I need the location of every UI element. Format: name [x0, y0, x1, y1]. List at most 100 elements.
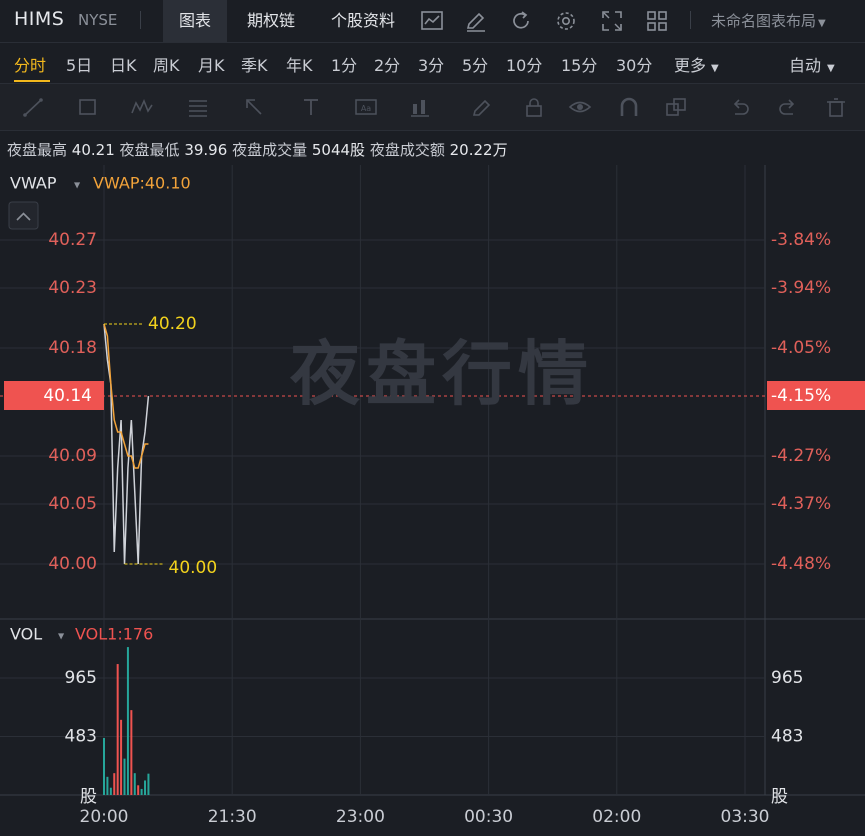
layout-name: 未命名图表布局	[711, 12, 817, 30]
pct-tick-label: -4.37%	[771, 494, 831, 514]
scale-mode-label: 自动	[789, 56, 822, 75]
pct-tick-label: -4.48%	[771, 554, 831, 574]
undo-icon[interactable]	[728, 96, 752, 118]
x-tick-label: 00:30	[464, 807, 513, 827]
period-bar: 分时 5日 日K 周K 月K 季K 年K 1分 2分 3分 5分 10分 15分…	[0, 43, 865, 84]
period-more-label: 更多	[674, 56, 707, 75]
chevron-down-icon: ▼	[827, 63, 835, 74]
night-session-stats: 夜盘最高 40.21 夜盘最低 39.96 夜盘成交量 5044股 夜盘成交额 …	[7, 139, 508, 160]
period-2m[interactable]: 2分	[374, 52, 400, 76]
pencil-icon[interactable]	[470, 96, 494, 118]
chart-area[interactable]: 40.20 40.00 20:00 21:30 23:00 00:30 02:00 03:3…	[0, 165, 865, 832]
ticker-symbol: HIMS	[14, 8, 65, 30]
price-line	[103, 323, 150, 565]
pattern-tool-icon[interactable]	[130, 96, 154, 118]
period-5d[interactable]: 5日	[66, 52, 92, 76]
candle-tool-icon[interactable]	[408, 96, 432, 118]
period-5m[interactable]: 5分	[462, 52, 488, 76]
layout-selector[interactable]: 未命名图表布局 ▼	[711, 10, 826, 31]
magnet-icon[interactable]	[617, 96, 641, 118]
price-layer: 40.20 40.00	[103, 314, 218, 578]
volume-bar	[130, 710, 133, 795]
amount-value: 20.22万	[449, 141, 508, 159]
x-tick-label: 21:30	[208, 807, 257, 827]
volume-bar	[133, 773, 136, 795]
arrow-tool-icon[interactable]	[242, 96, 266, 118]
period-more[interactable]: 更多 ▼	[674, 52, 719, 76]
collapse-button[interactable]	[8, 201, 39, 230]
eye-icon[interactable]	[568, 96, 592, 118]
axes-layer: 20:00 21:30 23:00 00:30 02:00 03:30 40.27 -3.84…	[4, 174, 865, 827]
draw-icon[interactable]	[464, 9, 488, 33]
divider	[690, 11, 691, 29]
period-month[interactable]: 月K	[198, 52, 225, 76]
exchange-label: NYSE	[78, 11, 118, 29]
chevron-down-icon: ▼	[711, 63, 719, 74]
grid-layout-icon[interactable]	[645, 9, 669, 33]
period-15m[interactable]: 15分	[561, 52, 597, 76]
period-3m[interactable]: 3分	[418, 52, 444, 76]
volume-bar	[120, 719, 123, 795]
scale-mode-selector[interactable]: 自动 ▼	[789, 52, 835, 76]
current-pct-label: -4.15%	[771, 386, 831, 406]
refresh-icon[interactable]	[509, 9, 533, 33]
price-tick-label: 40.27	[48, 230, 97, 250]
trash-icon[interactable]	[824, 96, 848, 118]
current-price-label: 40.14	[43, 386, 92, 406]
volume-bar	[126, 647, 129, 795]
indicator-icon[interactable]	[420, 9, 444, 33]
fullscreen-icon[interactable]	[600, 9, 624, 33]
price-tick-label: 40.09	[48, 446, 97, 466]
period-day[interactable]: 日K	[110, 52, 137, 76]
tab-options-chain[interactable]: 期权链	[233, 0, 309, 42]
vol-indicator-label: VOL	[10, 625, 42, 644]
volume-bar	[103, 738, 105, 795]
top-bar: HIMS NYSE 图表 期权链 个股资料 未命名图表布局 ▼	[0, 0, 865, 43]
period-week[interactable]: 周K	[153, 52, 180, 76]
chevron-down-icon: ▼	[58, 632, 65, 641]
min-price-label: 40.00	[169, 558, 218, 578]
layers-icon[interactable]	[664, 96, 688, 118]
text-tool-icon[interactable]	[299, 96, 323, 118]
price-tick-label: 40.23	[48, 278, 97, 298]
vol-tick-label: 965	[65, 668, 97, 688]
high-label: 夜盘最高	[7, 141, 68, 159]
chart-svg[interactable]: 40.20 40.00 20:00 21:30 23:00 00:30 02:00 03:3…	[0, 165, 865, 832]
divider	[140, 11, 141, 29]
period-1m[interactable]: 1分	[331, 52, 357, 76]
period-quarter[interactable]: 季K	[241, 52, 268, 76]
redo-icon[interactable]	[776, 96, 800, 118]
line-tool-icon[interactable]	[22, 96, 46, 118]
low-label: 夜盘最低	[119, 141, 180, 159]
period-year[interactable]: 年K	[286, 52, 313, 76]
tab-chart[interactable]: 图表	[163, 0, 227, 42]
volume-bar	[109, 787, 112, 795]
tab-stock-profile[interactable]: 个股资料	[316, 0, 410, 42]
volume-bar	[116, 664, 119, 795]
label-tool-icon[interactable]: Aa	[354, 96, 378, 118]
chevron-down-icon: ▼	[818, 18, 826, 29]
vol-unit-label: 股	[80, 787, 97, 807]
pct-tick-label: -4.27%	[771, 446, 831, 466]
grid-lines	[0, 165, 865, 796]
rectangle-tool-icon[interactable]	[76, 96, 100, 118]
low-value: 39.96	[184, 141, 228, 159]
price-tick-label: 40.00	[48, 554, 97, 574]
settings-icon[interactable]	[554, 9, 578, 33]
period-intraday[interactable]: 分时	[14, 52, 46, 76]
chevron-down-icon: ▼	[74, 181, 81, 190]
lock-icon[interactable]	[522, 96, 546, 118]
high-value: 40.21	[71, 141, 115, 159]
drawing-toolbar: Aa	[0, 84, 865, 131]
pct-tick-label: -4.05%	[771, 338, 831, 358]
period-10m[interactable]: 10分	[506, 52, 542, 76]
period-30m[interactable]: 30分	[616, 52, 652, 76]
x-tick-label: 03:30	[721, 807, 770, 827]
pct-tick-label: -3.84%	[771, 230, 831, 250]
active-period-underline	[14, 80, 50, 82]
vol-indicator-value: VOL1:176	[75, 625, 153, 644]
watermark-text: 夜盘行情	[290, 333, 594, 415]
fib-tool-icon[interactable]	[186, 96, 210, 118]
volume-layer	[103, 647, 150, 795]
vol-tick-label-right: 483	[771, 726, 803, 746]
